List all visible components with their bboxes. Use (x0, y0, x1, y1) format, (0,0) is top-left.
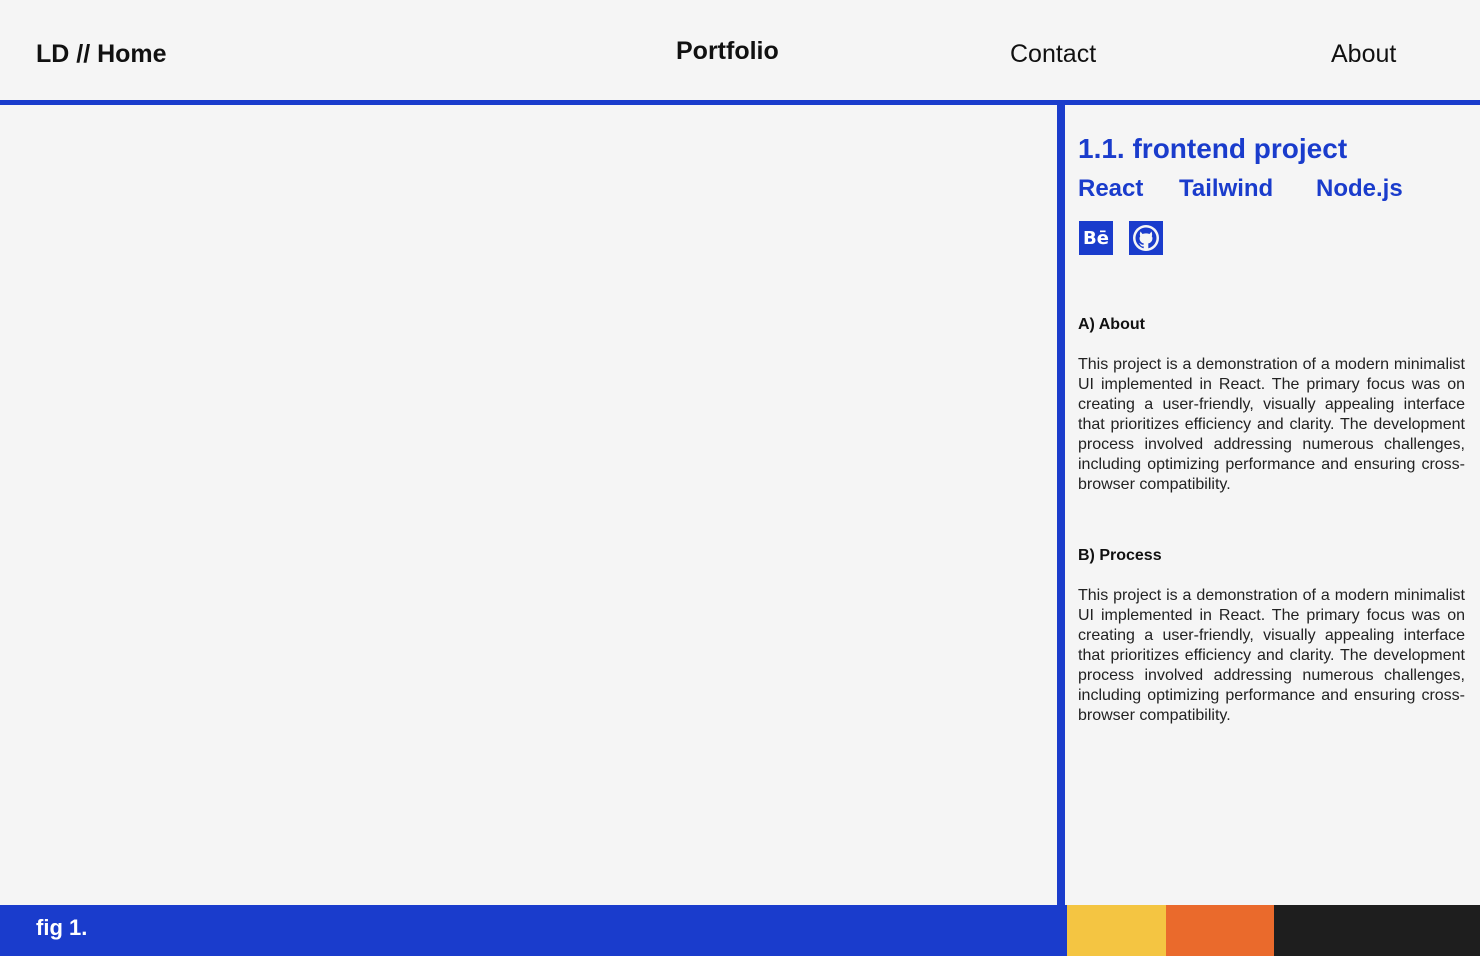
section-heading-process: B) Process (1078, 547, 1162, 564)
panel-divider (1057, 100, 1065, 906)
site-footer: fig 1. (0, 905, 1480, 956)
behance-icon[interactable]: Bē (1079, 221, 1113, 255)
project-title: 1.1. frontend project (1078, 133, 1348, 164)
page: LD // Home Portfolio Contact About 1.1. … (0, 0, 1480, 956)
section-body-process: This project is a demonstration of a mod… (1078, 587, 1465, 724)
color-swatch-orange (1166, 905, 1274, 956)
section-body-about: This project is a demonstration of a mod… (1078, 356, 1465, 493)
footer-caption-bar: fig 1. (0, 905, 1067, 956)
nav-home-link[interactable]: LD // Home (36, 40, 167, 69)
github-icon[interactable] (1129, 221, 1163, 255)
figure-label: fig 1. (36, 915, 88, 940)
nav-about-link[interactable]: About (1331, 40, 1396, 69)
nav-contact-link[interactable]: Contact (1010, 40, 1096, 69)
section-heading-about: A) About (1078, 316, 1145, 333)
color-swatch-yellow (1067, 905, 1166, 956)
tag-nodejs[interactable]: Node.js (1316, 175, 1403, 203)
github-icon-graphic (1129, 221, 1163, 255)
nav-portfolio-link[interactable]: Portfolio (676, 37, 779, 66)
behance-icon-label: Bē (1083, 227, 1109, 249)
site-header: LD // Home Portfolio Contact About (0, 0, 1480, 100)
project-details-panel: 1.1. frontend project React Tailwind Nod… (1078, 105, 1465, 905)
color-swatch-black (1274, 905, 1480, 956)
project-preview-area (0, 105, 1057, 905)
tag-tailwind[interactable]: Tailwind (1179, 175, 1273, 203)
tag-react[interactable]: React (1078, 175, 1143, 203)
